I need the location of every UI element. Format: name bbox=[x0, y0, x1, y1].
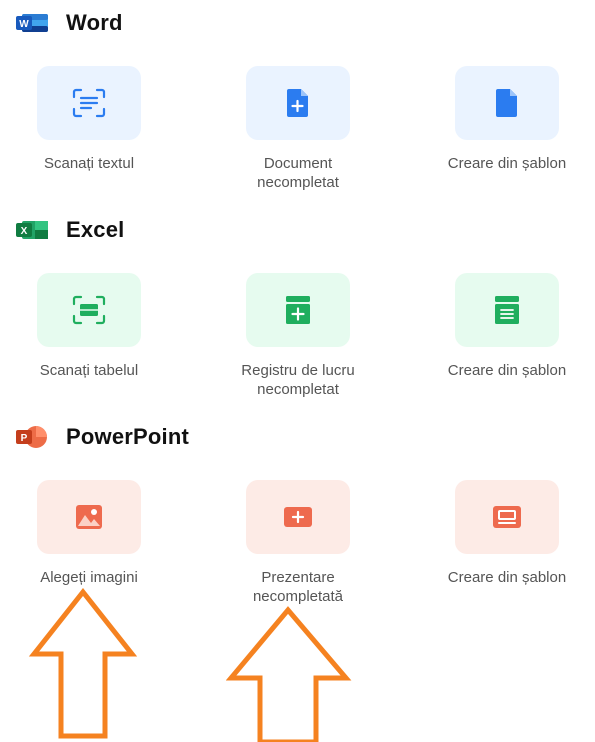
word-logo-icon: W bbox=[14, 11, 50, 35]
excel-logo-icon: X bbox=[14, 218, 50, 242]
powerpoint-section: P PowerPoint Alegeți imagini Prezentare … bbox=[0, 422, 595, 612]
scan-table-button[interactable] bbox=[37, 273, 141, 347]
blank-presentation-button[interactable] bbox=[246, 480, 350, 554]
word-template-label: Creare din șablon bbox=[447, 155, 567, 172]
excel-title: Excel bbox=[66, 217, 125, 242]
excel-section: X Excel Scanați tabelul Registru de lucr… bbox=[0, 215, 595, 405]
scan-text-icon bbox=[72, 88, 106, 118]
word-section: W Word Scanați textul Document necomplet… bbox=[0, 8, 595, 198]
scan-table-icon bbox=[72, 295, 106, 325]
excel-template-button[interactable] bbox=[455, 273, 559, 347]
blank-document-button[interactable] bbox=[246, 66, 350, 140]
image-icon bbox=[76, 505, 102, 529]
word-header: W Word bbox=[14, 8, 123, 38]
blank-workbook-button[interactable] bbox=[246, 273, 350, 347]
workbook-template-icon bbox=[495, 296, 519, 324]
powerpoint-header: P PowerPoint bbox=[14, 422, 189, 452]
document-template-icon bbox=[496, 89, 517, 117]
blank-workbook-label: Registru de lucru necompletat bbox=[241, 362, 355, 398]
blank-document-label: Document necompletat bbox=[257, 155, 339, 191]
svg-text:X: X bbox=[21, 226, 28, 237]
powerpoint-logo-icon: P bbox=[14, 425, 50, 449]
up-arrow-icon bbox=[226, 606, 352, 742]
word-title: Word bbox=[66, 10, 123, 35]
svg-text:P: P bbox=[21, 433, 28, 444]
new-workbook-icon bbox=[286, 296, 310, 324]
up-arrow-icon bbox=[28, 588, 138, 739]
presentation-template-icon bbox=[493, 506, 521, 528]
new-document-icon bbox=[287, 89, 308, 117]
powerpoint-title: PowerPoint bbox=[66, 424, 190, 449]
svg-text:W: W bbox=[19, 19, 29, 30]
excel-template-label: Creare din șablon bbox=[447, 362, 567, 379]
scan-table-label: Scanați tabelul bbox=[39, 362, 139, 379]
excel-header: X Excel bbox=[14, 215, 125, 245]
word-template-button[interactable] bbox=[455, 66, 559, 140]
scan-text-label: Scanați textul bbox=[43, 155, 135, 172]
new-presentation-icon bbox=[284, 507, 312, 527]
choose-images-label: Alegeți imagini bbox=[40, 569, 138, 586]
blank-presentation-label: Prezentare necompletată bbox=[252, 569, 344, 605]
choose-images-button[interactable] bbox=[37, 480, 141, 554]
scan-text-button[interactable] bbox=[37, 66, 141, 140]
powerpoint-template-label: Creare din șablon bbox=[447, 569, 567, 586]
powerpoint-template-button[interactable] bbox=[455, 480, 559, 554]
